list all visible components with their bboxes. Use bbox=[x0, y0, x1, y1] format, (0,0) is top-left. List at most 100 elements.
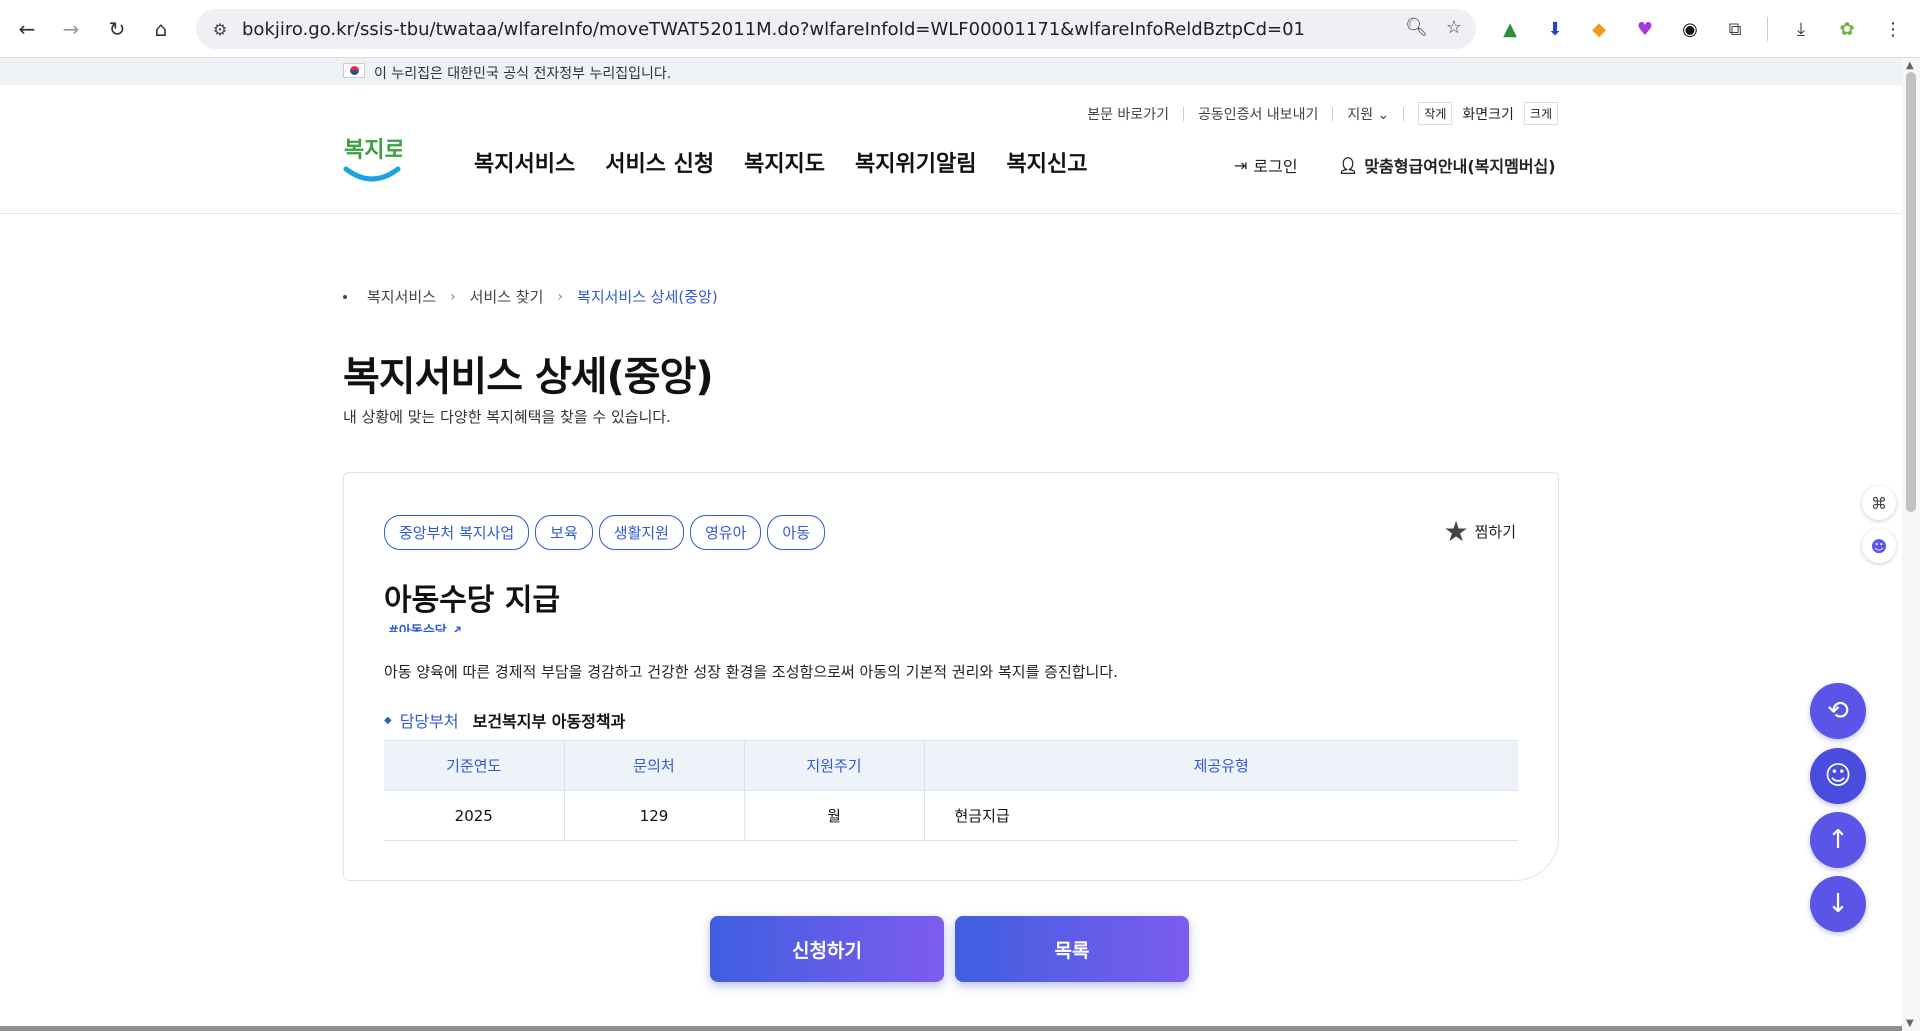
reload-icon[interactable]: ↻ bbox=[102, 14, 132, 44]
extensions-puzzle-icon[interactable]: ⧉ bbox=[1722, 16, 1748, 42]
gnb-service-apply[interactable]: 서비스 신청 bbox=[605, 146, 714, 178]
divider bbox=[1403, 106, 1405, 121]
header-divider bbox=[0, 213, 1902, 214]
favorite-button[interactable]: ★ 찜하기 bbox=[1443, 515, 1516, 548]
bullet-icon: ◆ bbox=[384, 714, 392, 726]
table-cell: 현금지급 bbox=[923, 790, 1518, 841]
url-text[interactable]: bokjiro.go.kr/ssis-tbu/twataa/wlfareInfo… bbox=[242, 19, 1382, 40]
department-row: ◆ 담당부처 보건복지부 아동정책과 bbox=[384, 708, 625, 732]
gnb-crisis-alert[interactable]: 복지위기알림 bbox=[855, 146, 976, 178]
page-subtitle: 내 상황에 맞는 다양한 복지혜택을 찾을 수 있습니다. bbox=[343, 408, 671, 426]
toolbar-divider bbox=[1767, 17, 1768, 41]
chevron-down-icon: ⌄ bbox=[1377, 106, 1390, 123]
tag[interactable]: 영유아 bbox=[689, 515, 762, 550]
divider bbox=[1332, 106, 1334, 121]
home-icon[interactable]: ⌂ bbox=[146, 14, 176, 44]
logo-text: 복지로 bbox=[344, 138, 402, 163]
screen-size-label: 화면크기 bbox=[1462, 106, 1514, 123]
page-title: 복지서비스 상세(중앙) bbox=[343, 354, 714, 400]
table-header: 지원주기 bbox=[743, 740, 924, 791]
service-info-table: 기준연도 문의처 지원주기 제공유형 2025 129 월 현금지급 bbox=[384, 740, 1518, 841]
scroll-down-arrow-icon[interactable]: ▼ bbox=[1906, 1018, 1914, 1029]
skip-to-content-link[interactable]: 본문 바로가기 bbox=[1087, 104, 1169, 124]
quick-menu-icon[interactable]: ⌘ bbox=[1862, 486, 1896, 520]
site-info-icon[interactable]: ⚙ bbox=[206, 20, 234, 39]
tag[interactable]: 보육 bbox=[535, 515, 593, 550]
table-header: 제공유형 bbox=[923, 740, 1518, 791]
breadcrumb: 복지서비스 › 서비스 찾기 › 복지서비스 상세(중앙) bbox=[343, 286, 718, 307]
extension-orange-icon[interactable]: ◆ bbox=[1586, 16, 1612, 42]
department-label: 담당부처 bbox=[399, 712, 459, 731]
table-row: 2025 129 월 현금지급 bbox=[384, 790, 1518, 841]
chatbot-icon[interactable]: ☺ bbox=[1810, 748, 1866, 804]
breadcrumb-current: 복지서비스 상세(중앙) bbox=[577, 288, 718, 306]
login-icon: ⇥ bbox=[1234, 155, 1248, 175]
gnb-welfare-map[interactable]: 복지지도 bbox=[744, 146, 825, 178]
font-large-button[interactable]: 크게 bbox=[1523, 102, 1558, 125]
menu-kebab-icon[interactable]: ⋮ bbox=[1880, 16, 1906, 42]
page-scrollbar[interactable]: ▲ ▼ bbox=[1902, 58, 1920, 1031]
service-title: 아동수당 지급 bbox=[384, 583, 561, 618]
user-add-icon: 👤︎ bbox=[1338, 155, 1359, 175]
browser-toolbar: ← → ↻ ⌂ ⚙ bokjiro.go.kr/ssis-tbu/twataa/… bbox=[0, 0, 1920, 58]
gnb-welfare-service[interactable]: 복지서비스 bbox=[474, 146, 575, 178]
gov-banner: 이 누리집은 대한민국 공식 전자정부 누리집입니다. bbox=[0, 58, 1902, 85]
bokjiro-logo[interactable]: 복지로 bbox=[342, 131, 405, 187]
tag[interactable]: 중앙부처 복지사업 bbox=[384, 515, 530, 550]
hashtag-text: #아동수당 bbox=[388, 624, 447, 632]
table-header: 기준연도 bbox=[384, 740, 564, 791]
breadcrumb-item[interactable]: 서비스 찾기 bbox=[470, 286, 544, 307]
login-label: 로그인 bbox=[1253, 157, 1298, 176]
forward-icon[interactable]: → bbox=[56, 14, 86, 44]
apply-button[interactable]: 신청하기 bbox=[710, 916, 944, 982]
scrollbar-thumb[interactable] bbox=[1906, 72, 1916, 512]
list-button[interactable]: 목록 bbox=[955, 916, 1189, 982]
service-detail-card: 중앙부처 복지사업 보육 생활지원 영유아 아동 ★ 찜하기 아동수당 지급 #… bbox=[343, 472, 1559, 881]
bookmark-star-icon[interactable]: ☆ bbox=[1446, 17, 1462, 38]
department-value: 보건복지부 아동정책과 bbox=[472, 712, 626, 731]
tag[interactable]: 아동 bbox=[767, 515, 825, 550]
address-bar[interactable]: ⚙ bokjiro.go.kr/ssis-tbu/twataa/wlfareIn… bbox=[196, 9, 1476, 49]
support-dropdown[interactable]: 지원 ⌄ bbox=[1347, 104, 1389, 124]
table-cell: 2025 bbox=[384, 790, 564, 841]
breadcrumb-home-dot bbox=[343, 294, 347, 299]
favorite-label: 찜하기 bbox=[1474, 523, 1516, 541]
service-description: 아동 양육에 따른 경제적 부담을 경감하고 건강한 성장 환경을 조성함으로써… bbox=[384, 663, 1118, 681]
external-link-icon: ↗ bbox=[451, 624, 463, 632]
chatbot-small-icon[interactable]: ☻ bbox=[1862, 529, 1896, 563]
utility-links: 본문 바로가기 공동인증서 내보내기 지원 ⌄ 작게 화면크기 크게 bbox=[1087, 102, 1558, 125]
divider bbox=[1182, 106, 1184, 121]
extension-eye-icon[interactable]: ◉ bbox=[1677, 16, 1703, 42]
scroll-bottom-icon[interactable]: ↓ bbox=[1810, 876, 1866, 932]
star-icon: ★ bbox=[1443, 515, 1469, 548]
table-cell: 129 bbox=[563, 790, 744, 841]
table-header: 문의처 bbox=[563, 740, 744, 791]
profile-icon[interactable]: ✿ bbox=[1834, 16, 1860, 42]
breadcrumb-item[interactable]: 복지서비스 bbox=[367, 286, 436, 307]
tag[interactable]: 생활지원 bbox=[598, 515, 684, 550]
korea-flag-icon bbox=[343, 63, 365, 78]
login-link[interactable]: ⇥ 로그인 bbox=[1234, 153, 1298, 177]
hashtag-link[interactable]: #아동수당 ↗ bbox=[388, 620, 462, 632]
tag-list: 중앙부처 복지사업 보육 생활지원 영유아 아동 bbox=[384, 515, 825, 550]
support-label: 지원 bbox=[1347, 106, 1374, 123]
extension-drive-icon[interactable]: ▲ bbox=[1497, 16, 1523, 42]
cert-export-link[interactable]: 공동인증서 내보내기 bbox=[1198, 104, 1318, 124]
chevron-right-icon: › bbox=[557, 288, 564, 305]
scroll-top-icon[interactable]: ↑ bbox=[1810, 812, 1866, 868]
font-small-button[interactable]: 작게 bbox=[1418, 102, 1453, 125]
zoom-icon[interactable]: 🔍︎ bbox=[1405, 17, 1428, 38]
back-icon[interactable]: ← bbox=[12, 14, 42, 44]
main-navigation: 복지서비스 서비스 신청 복지지도 복지위기알림 복지신고 bbox=[474, 146, 1087, 178]
membership-link[interactable]: 👤︎ 맞춤형급여안내(복지멤버십) bbox=[1338, 153, 1556, 177]
extension-download-arrow-icon[interactable]: ⬇ bbox=[1542, 16, 1568, 42]
gnb-welfare-report[interactable]: 복지신고 bbox=[1007, 146, 1088, 178]
table-header-row: 기준연도 문의처 지원주기 제공유형 bbox=[384, 740, 1518, 791]
gov-banner-text: 이 누리집은 대한민국 공식 전자정부 누리집입니다. bbox=[374, 66, 672, 82]
recent-history-icon[interactable]: ⟲ bbox=[1810, 683, 1866, 739]
extension-purple-icon[interactable]: ♥ bbox=[1632, 16, 1658, 42]
membership-label: 맞춤형급여안내(복지멤버십) bbox=[1364, 157, 1556, 176]
scroll-up-arrow-icon[interactable]: ▲ bbox=[1906, 60, 1914, 71]
downloads-icon[interactable]: ⤓ bbox=[1788, 16, 1814, 42]
table-cell: 월 bbox=[743, 790, 924, 841]
